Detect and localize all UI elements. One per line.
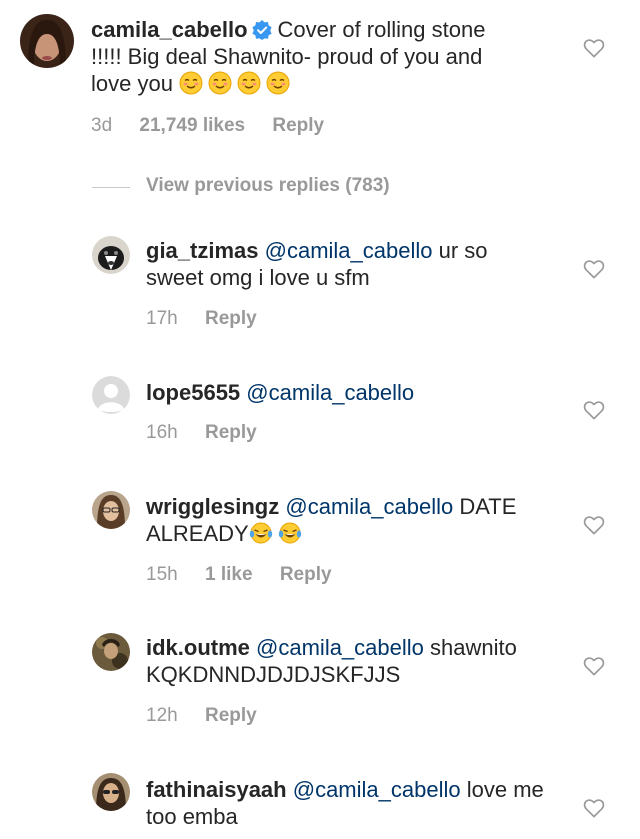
- likes-count[interactable]: 1 like: [205, 564, 253, 585]
- reply-button[interactable]: Reply: [205, 308, 257, 329]
- verified-badge-icon: [251, 20, 272, 40]
- emoji-group: [249, 521, 307, 546]
- avatar[interactable]: [92, 236, 130, 274]
- view-previous-replies-button[interactable]: View previous replies (783): [146, 175, 390, 197]
- reply-button[interactable]: Reply: [205, 422, 257, 443]
- tears-of-joy-emoji: [249, 521, 273, 545]
- timestamp: 15h: [146, 564, 178, 585]
- smiling-face-emoji: [179, 71, 203, 95]
- avatar[interactable]: [92, 491, 130, 529]
- reply-button[interactable]: Reply: [272, 115, 324, 136]
- reply-button[interactable]: Reply: [280, 564, 332, 585]
- comment-meta: 16h Reply: [146, 422, 279, 444]
- avatar-person-icon: [92, 773, 130, 811]
- smiling-face-emoji: [266, 71, 290, 95]
- comment-meta: 17h Reply: [146, 308, 279, 330]
- username[interactable]: fathinaisyaah: [146, 777, 287, 802]
- avatar-person-icon: [92, 491, 130, 529]
- like-heart-icon[interactable]: [583, 515, 605, 535]
- smiling-face-emoji: [208, 71, 232, 95]
- comment-meta: 15h 1 like Reply: [146, 564, 354, 586]
- avatar-camila-icon: [20, 14, 74, 68]
- comment-text: gia_tzimas @camila_cabello ur so sweet o…: [146, 237, 546, 291]
- username[interactable]: camila_cabello: [91, 17, 248, 42]
- mention-link[interactable]: @camila_cabello: [293, 777, 461, 802]
- avatar-dog-icon: [92, 236, 130, 274]
- mention-link[interactable]: @camila_cabello: [285, 494, 453, 519]
- timestamp: 12h: [146, 705, 178, 726]
- comment-text: lope5655 @camila_cabello: [146, 379, 546, 406]
- mention-link[interactable]: @camila_cabello: [265, 238, 433, 263]
- mention-link[interactable]: @camila_cabello: [246, 380, 414, 405]
- timestamp: 17h: [146, 308, 178, 329]
- replies-divider: [92, 187, 130, 188]
- timestamp: 16h: [146, 422, 178, 443]
- smiling-face-emoji: [237, 71, 261, 95]
- emoji-group: [179, 71, 295, 96]
- like-heart-icon[interactable]: [583, 656, 605, 676]
- comment-text: camila_cabello Cover of rolling stone !!!…: [91, 16, 501, 97]
- username[interactable]: gia_tzimas: [146, 238, 259, 263]
- like-heart-icon[interactable]: [583, 259, 605, 279]
- avatar[interactable]: [92, 376, 130, 414]
- like-heart-icon[interactable]: [583, 798, 605, 818]
- avatar-person-icon: [92, 633, 130, 671]
- comment-text: idk.outme @camila_cabello shawnito KQKDN…: [146, 634, 546, 688]
- default-avatar-icon: [92, 376, 130, 414]
- comment-text: wrigglesingz @camila_cabello DATE ALREAD…: [146, 493, 546, 547]
- timestamp: 3d: [91, 115, 113, 136]
- avatar[interactable]: [92, 633, 130, 671]
- avatar[interactable]: [20, 14, 74, 68]
- username[interactable]: idk.outme: [146, 635, 250, 660]
- username[interactable]: lope5655: [146, 380, 240, 405]
- reply-button[interactable]: Reply: [205, 705, 257, 726]
- like-heart-icon[interactable]: [583, 38, 605, 58]
- tears-of-joy-emoji: [278, 521, 302, 545]
- likes-count[interactable]: 21,749 likes: [139, 115, 245, 136]
- username[interactable]: wrigglesingz: [146, 494, 279, 519]
- comment-meta: 3d 21,749 likes Reply: [91, 115, 346, 137]
- like-heart-icon[interactable]: [583, 400, 605, 420]
- comment-text: fathinaisyaah @camila_cabello love me to…: [146, 776, 546, 830]
- mention-link[interactable]: @camila_cabello: [256, 635, 424, 660]
- avatar[interactable]: [92, 773, 130, 811]
- comment-meta: 12h Reply: [146, 705, 279, 727]
